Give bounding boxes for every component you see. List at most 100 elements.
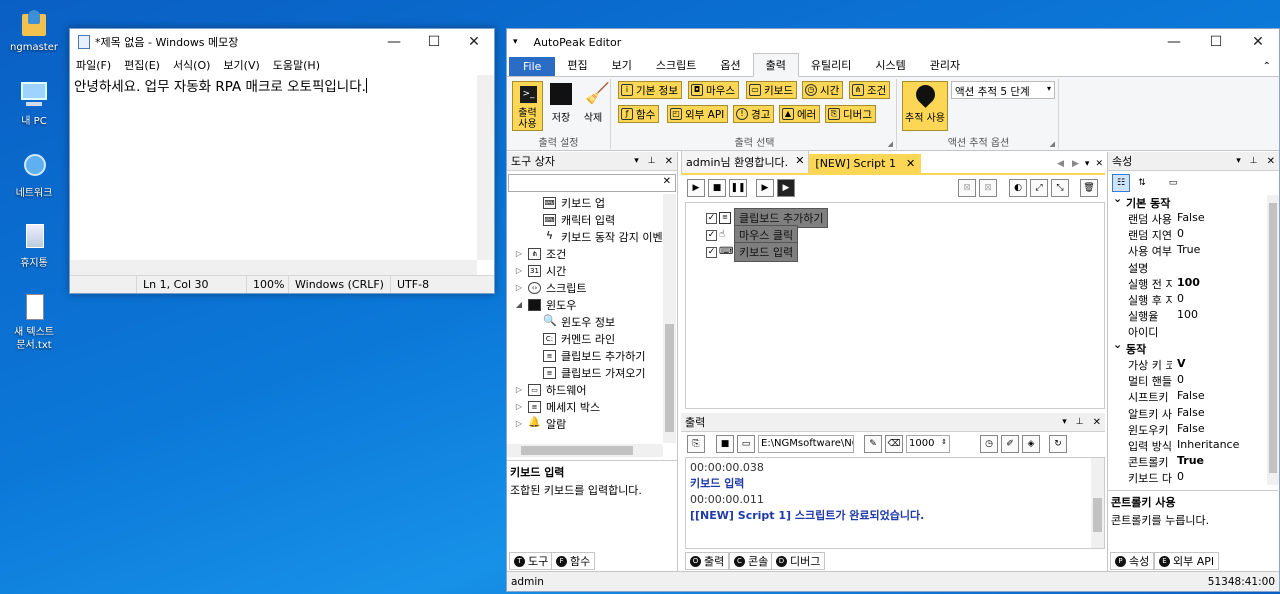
notepad-titlebar[interactable]: *제목 없음 - Windows 메모장 — ☐ ✕ bbox=[70, 29, 494, 55]
script-item[interactable]: ✓ ⌨ 키보드 입력 bbox=[706, 242, 799, 262]
checkbox-checked-icon[interactable]: ✓ bbox=[706, 246, 717, 258]
toolbox-search-input[interactable]: ✕ bbox=[508, 174, 676, 192]
panel-menu-icon[interactable]: ▾ bbox=[1062, 417, 1067, 427]
pin-icon[interactable]: ⊥ bbox=[648, 156, 656, 166]
toolbox-vertical-scrollbar[interactable] bbox=[663, 194, 676, 443]
app-maximize-button[interactable]: ☐ bbox=[1195, 29, 1237, 55]
property-pages-button[interactable]: ▭ bbox=[1164, 174, 1182, 192]
step-button[interactable]: ▶ bbox=[756, 179, 774, 197]
fill-button[interactable]: ◈ bbox=[1022, 435, 1040, 453]
trace-use-button[interactable]: 추적 사용 bbox=[902, 81, 948, 131]
clean-button[interactable]: ✎ bbox=[864, 435, 882, 453]
desktop-icon-network[interactable]: 네트워크 bbox=[2, 150, 66, 199]
external-api-button[interactable]: ◰ 외부 API bbox=[667, 105, 729, 123]
tree-item[interactable]: ▷ ▭ 하드웨어 bbox=[514, 381, 586, 398]
ribbon-collapse-icon[interactable]: ⌃ bbox=[1255, 61, 1279, 76]
property-row[interactable]: 키보드 다· 0 bbox=[1108, 470, 1267, 485]
group-expand-icon[interactable]: ◢ bbox=[888, 140, 893, 148]
debug-button[interactable]: ⎘ 디버그 bbox=[825, 105, 876, 123]
collapse-icon[interactable]: ◢ bbox=[514, 300, 524, 309]
delete-script-button[interactable]: 🗑 bbox=[1080, 179, 1098, 197]
delete-button[interactable]: 🧹 삭제 bbox=[579, 81, 610, 131]
tab-utility[interactable]: 유틸리티 bbox=[799, 54, 863, 76]
property-value[interactable] bbox=[1172, 324, 1177, 340]
collapse-button[interactable]: ⤡ bbox=[1051, 179, 1069, 197]
property-row[interactable]: 랜덤 사용 False bbox=[1108, 211, 1267, 227]
app-close-button[interactable]: ✕ bbox=[1237, 29, 1279, 55]
maximize-button[interactable]: ☐ bbox=[414, 29, 454, 55]
color-button[interactable]: ✐ bbox=[1001, 435, 1019, 453]
tree-item[interactable]: ϟ 키보드 동작 감지 이벤 bbox=[543, 228, 663, 245]
property-value[interactable]: 100 bbox=[1172, 308, 1198, 324]
autopeak-titlebar[interactable]: ▾ AutoPeak Editor — ☐ ✕ bbox=[507, 29, 1279, 55]
tab-admin[interactable]: 관리자 bbox=[918, 54, 972, 76]
stop-button[interactable]: ■ bbox=[708, 179, 726, 197]
property-row[interactable]: 알트키 사· False bbox=[1108, 406, 1267, 422]
interval-stepper[interactable]: 1000 ⇕ bbox=[906, 435, 950, 453]
disabled-button[interactable]: ⊠ bbox=[958, 179, 976, 197]
pin-icon[interactable]: ⊥ bbox=[1250, 156, 1258, 166]
checkbox-checked-icon[interactable]: ✓ bbox=[706, 229, 717, 241]
tab-next-icon[interactable]: ▶ bbox=[1072, 159, 1079, 169]
property-value[interactable]: 0 bbox=[1172, 373, 1184, 389]
panel-menu-icon[interactable]: ▾ bbox=[634, 156, 639, 166]
property-row[interactable]: 멀티 핸들 0 bbox=[1108, 373, 1267, 389]
checkbox-checked-icon[interactable]: ✓ bbox=[706, 212, 717, 224]
categorized-button[interactable]: ☷ bbox=[1112, 174, 1130, 192]
sort-az-button[interactable]: ⇅ bbox=[1133, 174, 1151, 192]
desktop-icon-my-pc[interactable]: 내 PC bbox=[2, 78, 66, 127]
log-path-input[interactable]: E:\NGMsoftware\NG bbox=[758, 435, 854, 453]
time-button[interactable]: ◷ 시간 bbox=[802, 81, 844, 99]
property-row[interactable]: 실행 후 지0 bbox=[1108, 292, 1267, 308]
expand-icon[interactable]: ▷ bbox=[514, 283, 524, 292]
property-row[interactable]: 입력 방식 Inheritance bbox=[1108, 438, 1267, 454]
tab-prev-icon[interactable]: ◀ bbox=[1057, 159, 1064, 169]
tab-script[interactable]: 스크립트 bbox=[644, 54, 708, 76]
quick-access-dropdown-icon[interactable]: ▾ bbox=[513, 37, 518, 47]
tab-view[interactable]: 보기 bbox=[600, 54, 644, 76]
close-icon[interactable]: ✕ bbox=[906, 157, 915, 170]
expand-icon[interactable]: ▷ bbox=[514, 419, 524, 428]
close-icon[interactable]: ✕ bbox=[665, 156, 673, 167]
close-button[interactable]: ✕ bbox=[454, 29, 494, 55]
group-expand-icon[interactable]: ◢ bbox=[1050, 140, 1055, 148]
property-scrollbar[interactable] bbox=[1267, 195, 1279, 485]
menu-file[interactable]: 파일(F) bbox=[76, 57, 111, 73]
tab-console[interactable]: C 콘솔 bbox=[729, 552, 774, 570]
property-value[interactable]: False bbox=[1172, 389, 1205, 405]
tree-item[interactable]: ▷ ‹› 스크립트 bbox=[514, 279, 586, 296]
autopeak-window[interactable]: ▾ AutoPeak Editor — ☐ ✕ File 편집 보기 스크립트 … bbox=[506, 28, 1280, 592]
save-button[interactable]: 저장 bbox=[547, 81, 575, 131]
property-value[interactable]: 100 bbox=[1172, 276, 1200, 292]
minimize-button[interactable]: — bbox=[374, 29, 414, 55]
tab-edit[interactable]: 편집 bbox=[555, 54, 599, 76]
tree-item[interactable]: ▷ 31 시간 bbox=[514, 262, 566, 279]
run-all-button[interactable]: ▶ bbox=[777, 179, 795, 197]
close-icon[interactable]: ✕ bbox=[1093, 417, 1101, 428]
property-row[interactable]: 사용 여부 True bbox=[1108, 243, 1267, 259]
tab-output[interactable]: 출력 bbox=[752, 53, 799, 77]
desktop-icon-text-file[interactable]: 새 텍스트 문서.txt bbox=[2, 292, 66, 352]
expand-button[interactable]: ⤢ bbox=[1030, 179, 1048, 197]
tab-debug[interactable]: D 디버그 bbox=[771, 552, 826, 570]
property-category[interactable]: 기본 동작 bbox=[1108, 195, 1267, 211]
doc-tab-script[interactable]: [NEW] Script 1 ✕ bbox=[809, 154, 922, 173]
property-category[interactable]: 동작 bbox=[1108, 338, 1267, 357]
expand-icon[interactable]: ▷ bbox=[514, 402, 524, 411]
property-value[interactable]: False bbox=[1172, 406, 1205, 422]
property-row[interactable]: 콘트롤키 · True bbox=[1108, 454, 1267, 470]
property-row[interactable]: 아이디 bbox=[1108, 324, 1267, 340]
clear-icon[interactable]: ✕ bbox=[663, 176, 671, 187]
property-value[interactable]: True bbox=[1172, 243, 1200, 259]
clock-button[interactable]: ◷ bbox=[980, 435, 998, 453]
toolbox-horizontal-scrollbar[interactable] bbox=[507, 444, 663, 457]
desktop-icon-recycle-bin[interactable]: 휴지통 bbox=[2, 220, 66, 269]
property-row[interactable]: 실행율 100 bbox=[1108, 308, 1267, 324]
keyboard-button[interactable]: ▭ 키보드 bbox=[746, 81, 797, 99]
record-button[interactable]: ◐ bbox=[1009, 179, 1027, 197]
doc-tab-welcome[interactable]: admin님 환영합니다. ✕ bbox=[681, 150, 810, 173]
property-row[interactable]: 윈도우키 · False bbox=[1108, 422, 1267, 438]
tree-item[interactable]: ⌨ 캐릭터 입력 bbox=[543, 211, 615, 228]
close-icon[interactable]: ✕ bbox=[1267, 156, 1275, 167]
mouse-button[interactable]: ◘ 마우스 bbox=[688, 81, 739, 99]
